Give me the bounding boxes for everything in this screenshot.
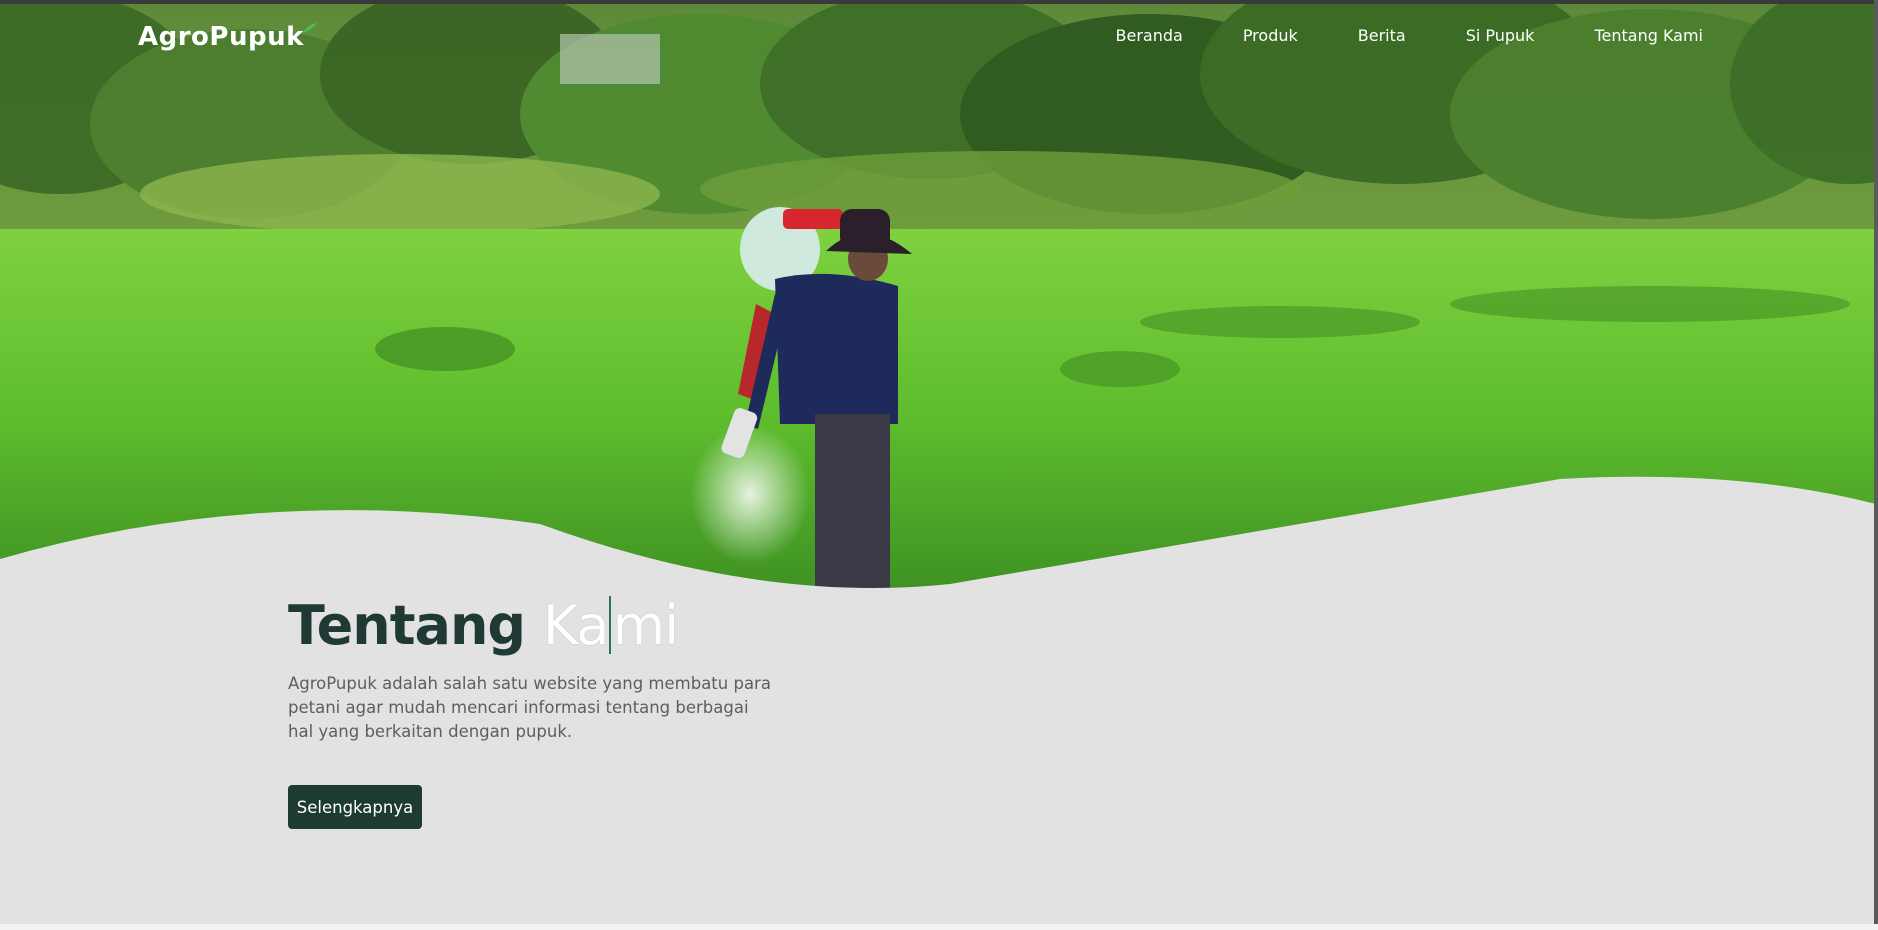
nav-item-berita[interactable]: Berita: [1358, 26, 1406, 45]
bottom-strip: [0, 924, 1878, 930]
page: AgroPupuk Beranda Produk Berita Si Pupuk…: [0, 4, 1876, 924]
nav-item-tentang-kami[interactable]: Tentang Kami: [1594, 26, 1703, 45]
page-title: Tentang Kami: [288, 594, 808, 658]
about-description: AgroPupuk adalah salah satu website yang…: [288, 674, 771, 741]
title-first-word: Tentang: [288, 594, 526, 657]
hero-image: [0, 4, 1876, 604]
nav-item-si-pupuk[interactable]: Si Pupuk: [1466, 26, 1535, 45]
title-second-word-b: mi: [612, 594, 679, 657]
about-section: Tentang Kami AgroPupuk adalah salah satu…: [288, 594, 808, 744]
title-second-word-a: Ka: [542, 594, 610, 657]
window-edge: [1874, 0, 1878, 926]
leaf-icon: [303, 23, 317, 33]
farmer-field-illustration: [0, 4, 1876, 604]
nav-item-produk[interactable]: Produk: [1243, 26, 1298, 45]
brand-logo[interactable]: AgroPupuk: [138, 22, 304, 52]
selengkapnya-button[interactable]: Selengkapnya: [288, 785, 422, 829]
navbar: AgroPupuk Beranda Produk Berita Si Pupuk…: [0, 4, 1876, 74]
nav-menu: Beranda Produk Berita Si Pupuk Tentang K…: [1116, 26, 1704, 45]
nav-item-beranda[interactable]: Beranda: [1116, 26, 1183, 45]
